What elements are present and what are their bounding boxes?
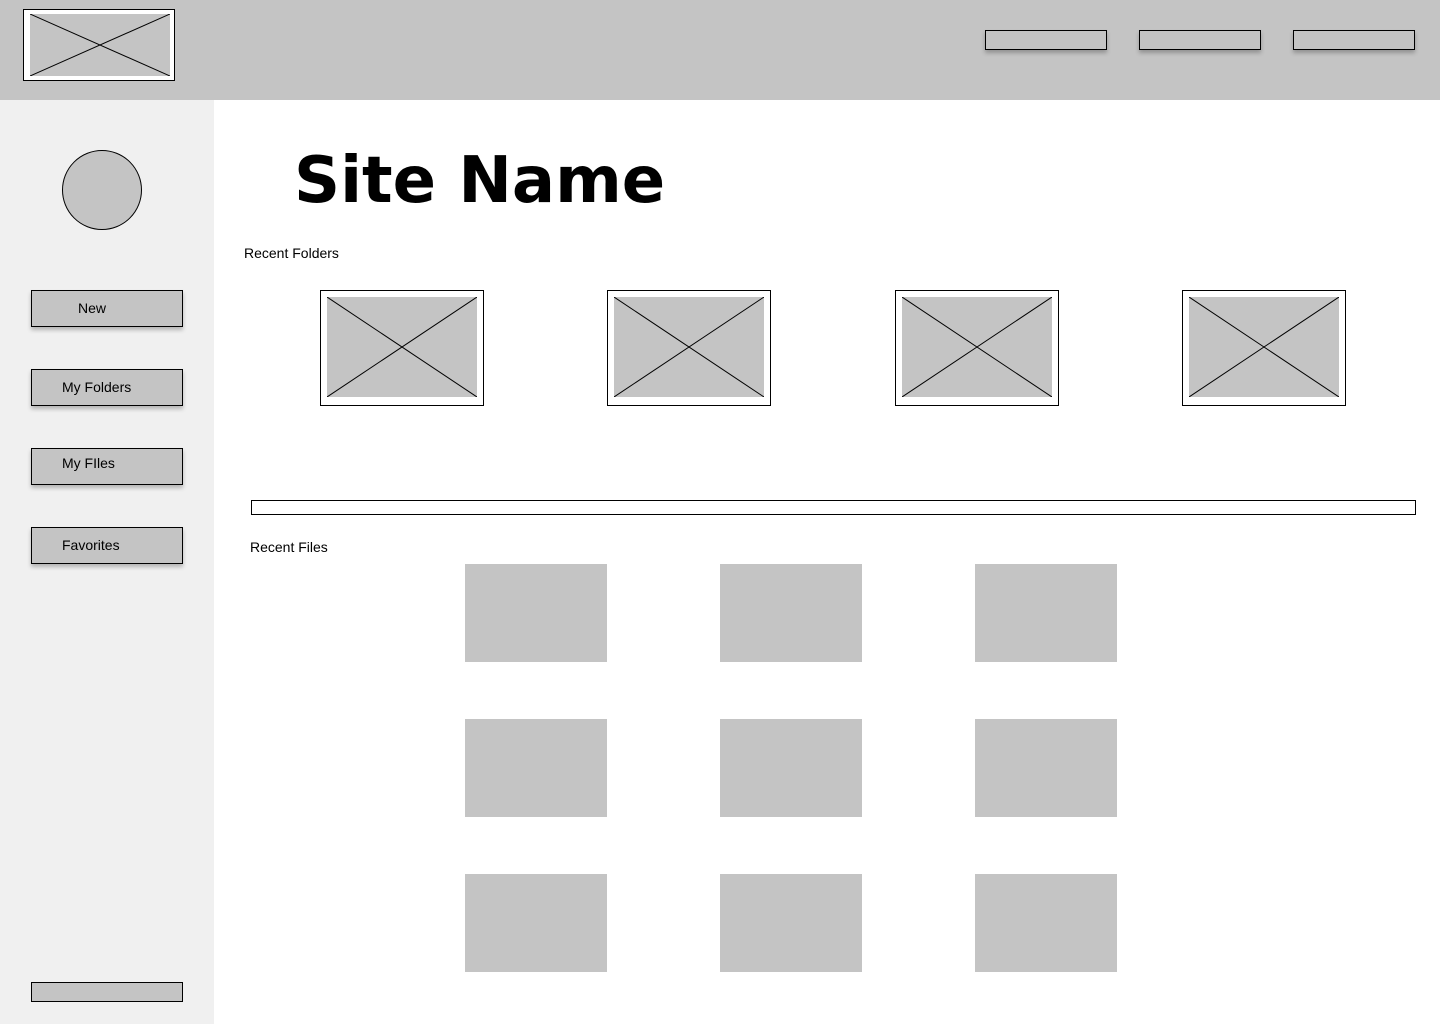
image-placeholder-icon [902,297,1052,397]
recent-folder-2[interactable] [607,290,771,406]
recent-file-tile[interactable] [720,564,862,662]
recent-file-tile[interactable] [720,719,862,817]
sidebar-bottom-button[interactable] [31,982,183,1002]
recent-folder-1[interactable] [320,290,484,406]
recent-file-tile[interactable] [465,719,607,817]
recent-file-tile[interactable] [465,874,607,972]
recent-files-label: Recent Files [250,539,328,555]
sidebar-my-folders-button[interactable]: My Folders [31,369,183,406]
sidebar-my-files-button[interactable]: My FIles [31,448,183,485]
header-nav-button-1[interactable] [985,30,1107,50]
avatar[interactable] [62,150,142,230]
logo[interactable] [23,9,175,81]
recent-file-tile[interactable] [975,719,1117,817]
sidebar-new-button[interactable]: New [31,290,183,327]
logo-image-placeholder [30,14,170,76]
search-input[interactable] [251,500,1416,515]
image-placeholder-icon [30,14,170,76]
recent-file-tile[interactable] [975,564,1117,662]
recent-file-tile[interactable] [720,874,862,972]
recent-folder-4[interactable] [1182,290,1346,406]
recent-file-tile[interactable] [975,874,1117,972]
header-nav-button-3[interactable] [1293,30,1415,50]
recent-folder-3[interactable] [895,290,1059,406]
header-nav-button-2[interactable] [1139,30,1261,50]
site-title: Site Name [294,144,666,218]
recent-folders-label: Recent Folders [244,245,339,261]
image-placeholder-icon [614,297,764,397]
top-header [0,0,1440,100]
sidebar-favorites-button[interactable]: Favorites [31,527,183,564]
recent-file-tile[interactable] [465,564,607,662]
image-placeholder-icon [1189,297,1339,397]
image-placeholder-icon [327,297,477,397]
